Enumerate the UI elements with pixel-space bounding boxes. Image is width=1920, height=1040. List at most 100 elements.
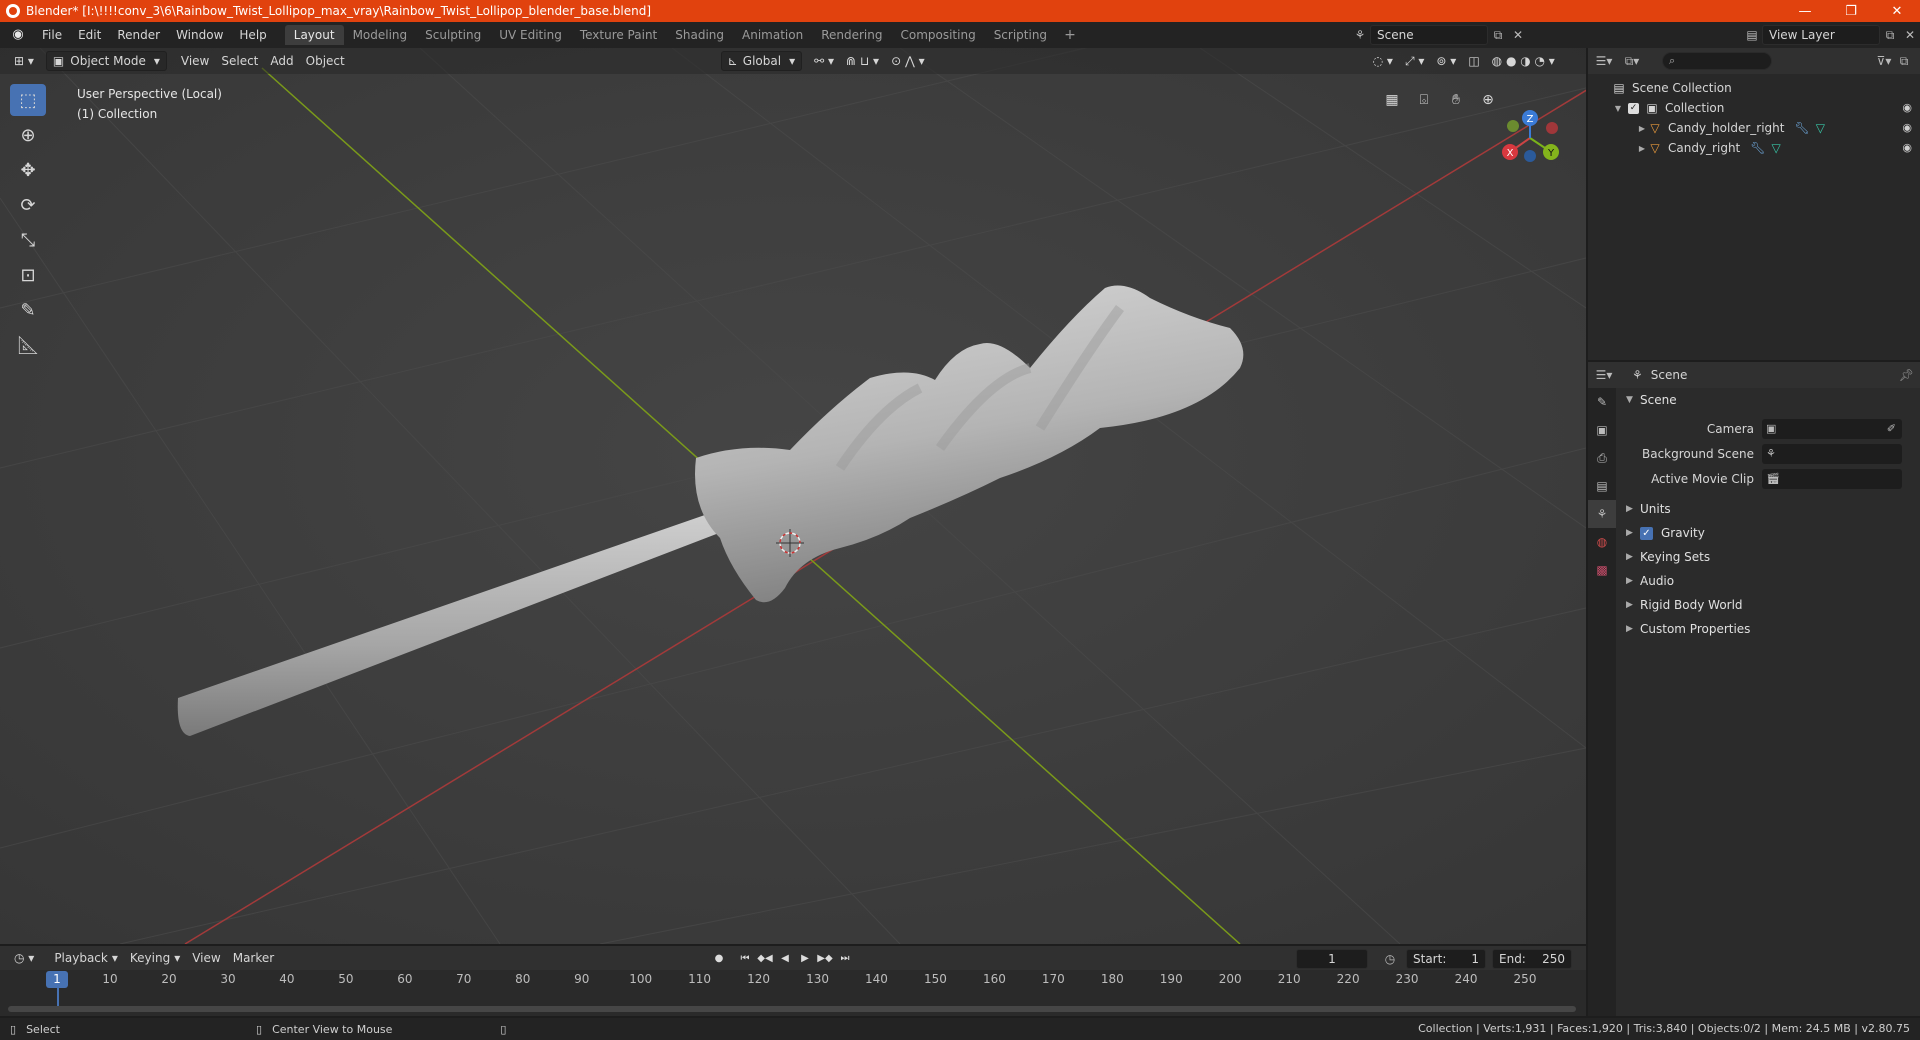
viewport-menu-select[interactable]: Select: [215, 51, 264, 71]
tab-shading[interactable]: Shading: [666, 25, 733, 45]
properties-editor-type-icon[interactable]: ☰▾: [1594, 365, 1614, 385]
display-mode-icon[interactable]: ⧉▾: [1622, 51, 1642, 71]
transform-icon[interactable]: ⊡: [10, 259, 46, 291]
view-layer-name-field[interactable]: View Layer: [1762, 25, 1880, 45]
pivot-point-icon[interactable]: ⚯ ▾: [808, 51, 840, 71]
view-layer-tab-icon[interactable]: ▤: [1588, 472, 1616, 500]
menu-file[interactable]: File: [34, 22, 70, 48]
pin-icon[interactable]: 📌︎: [1899, 368, 1914, 382]
timeline-menu-playback[interactable]: Playback ▾: [48, 948, 124, 968]
clock-icon[interactable]: ◷: [1380, 949, 1400, 969]
tab-scripting[interactable]: Scripting: [985, 25, 1056, 45]
expand-arrow-icon[interactable]: ▼: [1612, 104, 1624, 113]
menu-window[interactable]: Window: [168, 22, 231, 48]
overlays-icon[interactable]: ⊚ ▾: [1430, 51, 1462, 71]
expand-arrow-icon[interactable]: ▶: [1636, 144, 1648, 153]
tool-tab-icon[interactable]: ✎: [1588, 388, 1616, 416]
camera-icon[interactable]: ⌺: [1412, 88, 1436, 112]
blender-logo-icon[interactable]: ◉: [10, 27, 26, 43]
add-workspace-button[interactable]: +: [1056, 27, 1084, 43]
gravity-panel-header[interactable]: ▶ ✓ Gravity: [1618, 521, 1920, 545]
tab-rendering[interactable]: Rendering: [812, 25, 891, 45]
timeline-menu-marker[interactable]: Marker: [227, 948, 280, 968]
menu-help[interactable]: Help: [231, 22, 274, 48]
viewport-menu-view[interactable]: View: [175, 51, 215, 71]
rigid-body-world-panel-header[interactable]: ▶ Rigid Body World: [1618, 593, 1920, 617]
hand-pan-icon[interactable]: ✋︎: [1444, 88, 1468, 112]
visibility-eye-icon[interactable]: ◉: [1902, 141, 1912, 154]
visibility-eye-icon[interactable]: ◉: [1902, 121, 1912, 134]
units-panel-header[interactable]: ▶ Units: [1618, 497, 1920, 521]
select-box-icon[interactable]: ⬚: [10, 84, 46, 116]
filter-icon[interactable]: ⊽▾: [1874, 51, 1894, 71]
proportional-editing-icon[interactable]: ⊙ ⋀ ▾: [885, 51, 931, 71]
tab-texture-paint[interactable]: Texture Paint: [571, 25, 666, 45]
rotate-icon[interactable]: ⟳: [10, 189, 46, 221]
tab-compositing[interactable]: Compositing: [891, 25, 984, 45]
outliner-search-input[interactable]: ⌕: [1662, 52, 1772, 70]
collection-checkbox[interactable]: ✓: [1628, 102, 1639, 114]
expand-arrow-icon[interactable]: ▶: [1636, 124, 1648, 133]
snap-icon[interactable]: ⋒ ⊔ ▾: [840, 51, 885, 71]
camera-field[interactable]: ▣ ✐: [1762, 418, 1902, 439]
scene-name-field[interactable]: Scene: [1370, 25, 1488, 45]
scene-browse-icon[interactable]: ⚘: [1350, 25, 1370, 45]
custom-properties-panel-header[interactable]: ▶ Custom Properties: [1618, 617, 1920, 641]
outliner-row-collection[interactable]: ▼ ✓ ▣ Collection ◉: [1588, 98, 1920, 118]
toggle-camera-view-icon[interactable]: ▦: [1380, 88, 1404, 112]
visibility-icon[interactable]: ◌ ▾: [1367, 51, 1399, 71]
gravity-checkbox[interactable]: ✓: [1640, 526, 1653, 540]
annotate-icon[interactable]: ✎: [10, 294, 46, 326]
tab-layout[interactable]: Layout: [284, 25, 344, 45]
outliner-row-scene-collection[interactable]: ▤ Scene Collection: [1588, 78, 1920, 98]
jump-start-icon[interactable]: ⏮: [736, 949, 754, 967]
next-keyframe-icon[interactable]: ▶◆: [816, 949, 834, 967]
xray-icon[interactable]: ◫: [1462, 51, 1485, 71]
eyedropper-icon[interactable]: ✐: [1887, 422, 1896, 435]
keying-sets-panel-header[interactable]: ▶ Keying Sets: [1618, 545, 1920, 569]
record-icon[interactable]: ●: [710, 949, 728, 967]
new-view-layer-icon[interactable]: ⧉: [1880, 25, 1900, 45]
viewport-scene[interactable]: X Y Z: [0, 48, 1586, 944]
play-icon[interactable]: ▶: [796, 949, 814, 967]
modifier-wrench-icon[interactable]: 🔧︎: [1750, 141, 1765, 155]
modifier-wrench-icon[interactable]: 🔧︎: [1794, 121, 1809, 135]
remove-view-layer-icon[interactable]: ✕: [1900, 25, 1920, 45]
tab-sculpting[interactable]: Sculpting: [416, 25, 490, 45]
viewport-menu-object[interactable]: Object: [300, 51, 351, 71]
outliner-row-candy-holder[interactable]: ▶ ▽ Candy_holder_right 🔧︎ ▽ ◉: [1588, 118, 1920, 138]
tab-uv-editing[interactable]: UV Editing: [490, 25, 571, 45]
scene-tab-icon[interactable]: ⚘: [1588, 500, 1616, 528]
timeline-scrollbar[interactable]: [8, 1006, 1576, 1012]
outliner-editor-type-icon[interactable]: ☰▾: [1594, 51, 1614, 71]
render-tab-icon[interactable]: ▣: [1588, 416, 1616, 444]
gizmo-toggle-icon[interactable]: ⤢ ▾: [1399, 51, 1430, 71]
current-frame-field[interactable]: 1: [1296, 949, 1368, 969]
play-reverse-icon[interactable]: ◀: [776, 949, 794, 967]
close-button[interactable]: ✕: [1874, 0, 1920, 22]
timeline-ruler[interactable]: 1 10 20 30 40 50 60 70 80 90 100 110 120 130 140 150 160…: [0, 970, 1586, 990]
tab-animation[interactable]: Animation: [733, 25, 812, 45]
start-frame-field[interactable]: Start: 1: [1406, 949, 1486, 969]
minimize-button[interactable]: —: [1782, 0, 1828, 22]
background-scene-field[interactable]: ⚘: [1762, 443, 1902, 464]
scene-panel-header[interactable]: ▼ Scene: [1618, 388, 1920, 412]
editor-type-icon[interactable]: ⊞ ▾: [8, 51, 40, 71]
tab-modeling[interactable]: Modeling: [344, 25, 417, 45]
audio-panel-header[interactable]: ▶ Audio: [1618, 569, 1920, 593]
measure-icon[interactable]: 📐︎: [10, 329, 46, 361]
jump-end-icon[interactable]: ⏭: [836, 949, 854, 967]
3d-viewport[interactable]: X Y Z ⊞ ▾ ▣ Object Mode ▾ View Select Ad…: [0, 48, 1586, 944]
new-collection-icon[interactable]: ⧉: [1894, 51, 1914, 71]
prev-keyframe-icon[interactable]: ◆◀: [756, 949, 774, 967]
timeline-editor-type-icon[interactable]: ◷ ▾: [8, 948, 40, 968]
mesh-data-icon[interactable]: ▽: [1772, 141, 1781, 155]
shading-modes-icon[interactable]: ◍ ● ◑ ◔ ▾: [1486, 51, 1561, 71]
object-mode-dropdown[interactable]: ▣ Object Mode ▾: [45, 51, 167, 71]
cursor-icon[interactable]: ⊕: [10, 119, 46, 151]
timeline-menu-view[interactable]: View: [186, 948, 226, 968]
world-tab-icon[interactable]: ◍: [1588, 528, 1616, 556]
move-icon[interactable]: ✥: [10, 154, 46, 186]
scale-icon[interactable]: ⤡: [10, 224, 46, 256]
maximize-button[interactable]: ❐: [1828, 0, 1874, 22]
